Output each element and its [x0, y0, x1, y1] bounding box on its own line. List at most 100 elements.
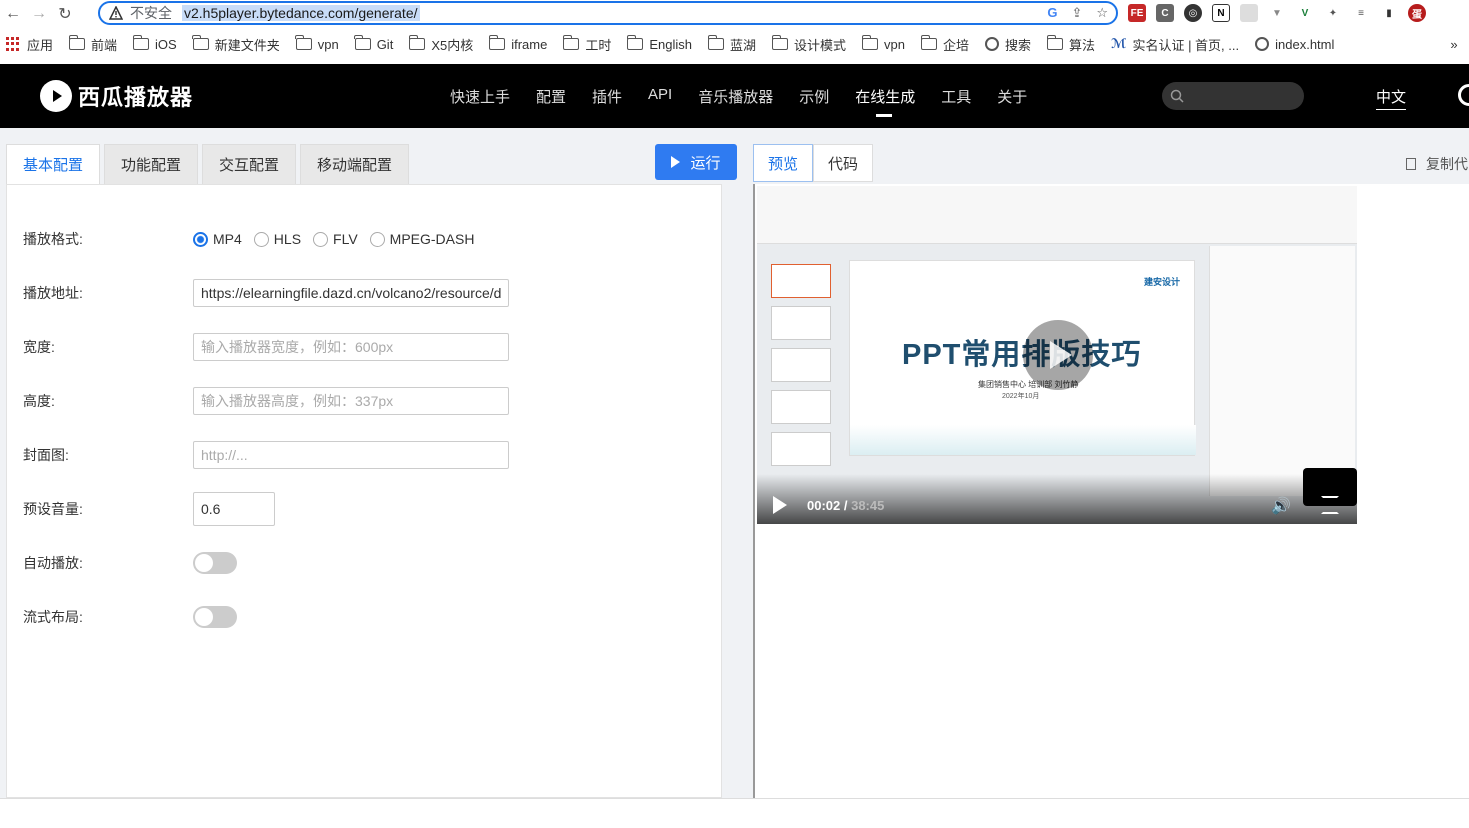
profile-icon[interactable]: 蛋 [1408, 4, 1426, 22]
tab-interaction-config[interactable]: 交互配置 [202, 144, 297, 184]
bookmark-link[interactable]: ℳ 实名认证 | 首页, ... [1111, 35, 1239, 54]
bookmark-link[interactable]: index.html [1255, 37, 1334, 52]
tab-mobile-config[interactable]: 移动端配置 [300, 144, 410, 184]
tab-feature-config[interactable]: 功能配置 [104, 144, 199, 184]
star-icon[interactable]: ☆ [1096, 5, 1108, 21]
copy-code-button[interactable]: 复制代 [1406, 154, 1468, 174]
video-frame-side-panel [1209, 246, 1355, 496]
run-button[interactable]: 运行 [655, 144, 737, 180]
site-logo-icon: ℳ [1111, 36, 1127, 51]
poster-input[interactable]: http://... [193, 441, 509, 469]
big-play-button[interactable] [1023, 320, 1093, 390]
bookmark-apps[interactable]: 应用 [27, 35, 53, 54]
language-switch[interactable]: 中文 [1376, 86, 1407, 110]
bookmark-folder[interactable]: vpn [295, 35, 339, 52]
bookmark-folder[interactable]: 前端 [68, 35, 117, 54]
play-url-input[interactable]: https://elearningfile.dazd.cn/volcano2/r… [193, 279, 509, 307]
filter-icon[interactable]: ▼ [1268, 4, 1286, 22]
radio-mpeg-dash[interactable]: MPEG-DASH [369, 231, 474, 247]
extensions: FE C ◎ N ▼ V ✦ ≡ ▮ 蛋 [1128, 4, 1426, 22]
site-logo[interactable]: 西瓜播放器 [40, 80, 193, 112]
puzzle-icon[interactable]: ✦ [1324, 4, 1342, 22]
radio-hls[interactable]: HLS [253, 231, 301, 247]
control-play-icon[interactable] [773, 496, 787, 514]
forward-icon[interactable]: → [26, 1, 52, 27]
site-search-input[interactable] [1162, 82, 1304, 110]
video-frame-thumb [771, 306, 831, 340]
bookmark-folder[interactable]: X5内核 [408, 35, 473, 54]
nav-item-about[interactable]: 关于 [997, 86, 1027, 107]
tab-code[interactable]: 代码 [813, 144, 874, 182]
folder-icon [354, 35, 371, 50]
url-text[interactable]: v2.h5player.bytedance.com/generate/ [182, 5, 420, 21]
nav-item-music-player[interactable]: 音乐播放器 [698, 86, 773, 107]
height-input[interactable]: 输入播放器高度，例如：337px [193, 387, 509, 415]
reading-list-icon[interactable]: ≡ [1352, 4, 1370, 22]
tab-preview[interactable]: 预览 [753, 144, 814, 182]
radio-dot [193, 231, 208, 247]
bookmark-folder[interactable]: vpn [861, 35, 905, 52]
folder-icon [408, 35, 426, 50]
nav-item-generate[interactable]: 在线生成 [855, 86, 915, 117]
volume-label: 预设音量: [23, 501, 83, 517]
bookmarks-bar: 应用 前端 iOS 新建文件夹 vpn Git X5内核 iframe 工时 E… [0, 32, 1469, 56]
nav-item-tools[interactable]: 工具 [941, 86, 971, 107]
radio-dot [369, 231, 385, 247]
ext-notion-icon[interactable]: N [1212, 4, 1230, 22]
bookmark-folder[interactable]: 工时 [562, 35, 611, 54]
back-icon[interactable]: ← [0, 1, 26, 27]
bookmark-overflow[interactable]: » [1450, 37, 1457, 52]
autoplay-row: 自动播放: [23, 552, 237, 574]
video-frame-slide: 建安设计 PPT常用排版技巧 集团销售中心 培训部 刘竹静 2022年10月 [849, 260, 1196, 456]
bookmark-folder[interactable]: English [626, 35, 692, 52]
nav-item-config[interactable]: 配置 [536, 86, 566, 107]
radio-mp4[interactable]: MP4 [193, 231, 242, 247]
ext-v-icon[interactable]: V [1296, 4, 1314, 22]
bookmark-folder[interactable]: 企培 [920, 35, 969, 54]
bookmark-folder[interactable]: iOS [132, 35, 177, 52]
volume-row: 预设音量: 0.6 [23, 492, 275, 526]
nav-item-plugins[interactable]: 插件 [592, 86, 622, 107]
folder-icon [488, 35, 506, 50]
ext-circle-icon[interactable]: ◎ [1184, 4, 1202, 22]
format-row: 播放格式: MP4 HLS FLV MPEG-DASH [23, 229, 478, 249]
ext-c-icon[interactable]: C [1156, 4, 1174, 22]
logo-text: 西瓜播放器 [78, 85, 194, 110]
width-input[interactable]: 输入播放器宽度，例如：600px [193, 333, 509, 361]
volume-icon[interactable]: 🔊 [1271, 496, 1291, 516]
share-icon[interactable]: ⇪ [1071, 5, 1082, 21]
ext-fe-icon[interactable]: FE [1128, 4, 1146, 22]
folder-icon [295, 35, 312, 50]
bookmark-link[interactable]: 搜索 [985, 35, 1031, 54]
config-form: 播放格式: MP4 HLS FLV MPEG-DASH 播放地址: https:… [6, 184, 722, 798]
tab-basic-config[interactable]: 基本配置 [6, 144, 101, 184]
video-frame-thumb [771, 390, 831, 424]
radio-flv[interactable]: FLV [313, 231, 358, 247]
bookmark-folder[interactable]: 算法 [1046, 35, 1095, 54]
config-tabs: 基本配置 功能配置 交互配置 移动端配置 [6, 144, 413, 184]
preview-tabs: 预览 代码 [753, 144, 874, 182]
apps-icon[interactable] [6, 37, 19, 51]
folder-icon [626, 35, 644, 50]
reload-icon[interactable]: ↻ [52, 1, 78, 27]
autoplay-toggle[interactable] [193, 552, 237, 574]
volume-input[interactable]: 0.6 [193, 492, 275, 526]
nav-item-examples[interactable]: 示例 [799, 86, 829, 107]
github-icon[interactable] [1458, 84, 1469, 106]
bookmark-folder[interactable]: 新建文件夹 [192, 35, 280, 54]
google-icon[interactable]: G [1047, 5, 1057, 21]
bookmark-folder[interactable]: iframe [488, 35, 547, 52]
address-bar[interactable]: 不安全 v2.h5player.bytedance.com/generate/ … [98, 1, 1118, 25]
main-nav: 快速上手 配置 插件 API 音乐播放器 示例 在线生成 工具 关于 [450, 86, 1053, 117]
fluid-toggle[interactable] [193, 606, 237, 628]
sidebar-icon[interactable]: ▮ [1380, 4, 1398, 22]
video-player[interactable]: 建安设计 PPT常用排版技巧 集团销售中心 培训部 刘竹静 2022年10月 0… [757, 186, 1357, 524]
nav-item-quickstart[interactable]: 快速上手 [450, 86, 510, 107]
nav-item-api[interactable]: API [648, 86, 672, 107]
bookmark-folder[interactable]: 设计模式 [771, 35, 846, 54]
bookmark-folder[interactable]: 蓝湖 [707, 35, 756, 54]
preview-panel: 建安设计 PPT常用排版技巧 集团销售中心 培训部 刘竹静 2022年10月 0… [753, 184, 1469, 800]
bookmark-folder[interactable]: Git [354, 35, 393, 52]
fullscreen-icon[interactable] [1321, 496, 1339, 514]
ext-blank-icon[interactable] [1240, 4, 1258, 22]
